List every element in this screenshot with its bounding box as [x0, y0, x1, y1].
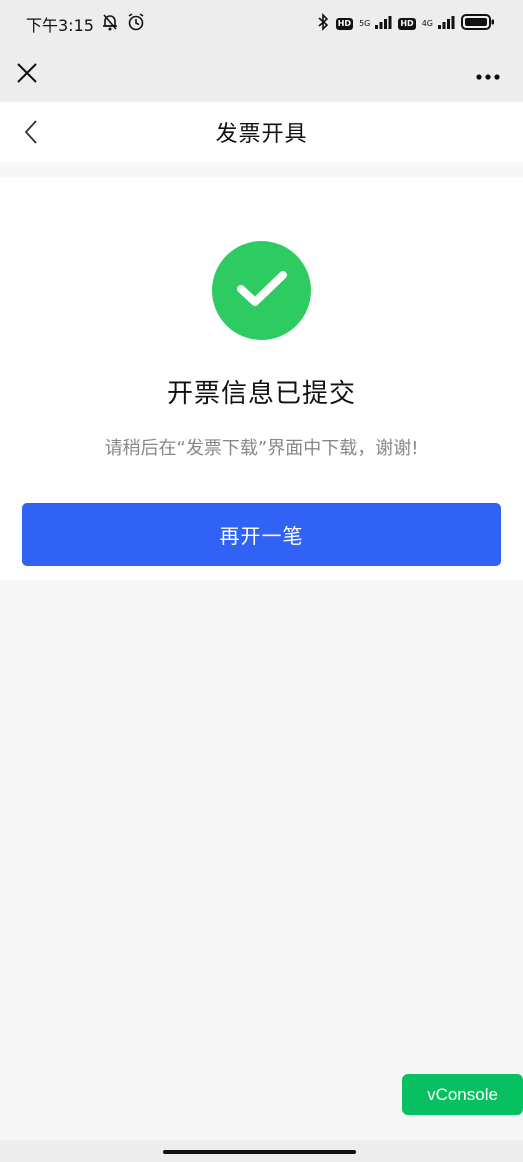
vconsole-button[interactable]: vConsole — [402, 1074, 523, 1115]
close-icon[interactable] — [16, 62, 38, 88]
alarm-icon — [126, 12, 146, 36]
webview-control-bar — [0, 48, 523, 102]
hd-badge-2: HD — [398, 18, 416, 30]
status-left: 下午3:15 — [26, 12, 146, 36]
page-title: 发票开具 — [215, 122, 308, 147]
success-badge — [212, 241, 311, 340]
more-icon[interactable] — [475, 66, 501, 85]
signal-icon — [437, 14, 455, 34]
home-indicator[interactable] — [163, 1150, 356, 1154]
hd-badge: HD — [335, 18, 354, 30]
signal-5g-label: 5G — [359, 19, 371, 28]
signal-4g-label: 4G — [421, 19, 433, 28]
battery-icon — [461, 13, 495, 35]
issue-again-button[interactable]: 再开一笔 — [22, 503, 501, 566]
status-time: 下午3:15 — [26, 16, 94, 35]
bluetooth-icon — [316, 12, 330, 36]
page-header: 发票开具 — [0, 102, 523, 162]
result-card: 开票信息已提交 请稍后在“发票下载”界面中下载，谢谢! 再开一笔 — [0, 177, 523, 580]
chevron-left-icon[interactable] — [16, 117, 46, 147]
status-bar: 下午3:15 HD 5G HD 4G — [0, 0, 523, 48]
notification-off-icon — [100, 12, 120, 36]
status-right: HD 5G HD 4G — [316, 12, 495, 36]
check-icon — [236, 269, 288, 313]
result-description: 请稍后在“发票下载”界面中下载，谢谢! — [104, 438, 419, 459]
divider-strip — [0, 162, 523, 177]
signal-icon — [374, 14, 392, 34]
result-title: 开票信息已提交 — [166, 379, 356, 409]
gesture-bar — [0, 1140, 523, 1162]
